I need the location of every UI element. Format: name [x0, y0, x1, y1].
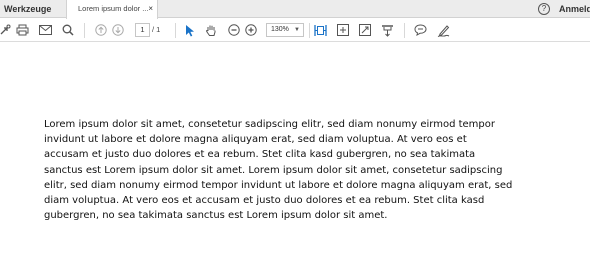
document-viewport: Lorem ipsum dolor sit amet, consetetur s…	[0, 43, 590, 278]
close-icon[interactable]: ×	[148, 0, 153, 18]
comment-icon[interactable]	[413, 23, 427, 37]
tab-bar: Werkzeuge Lorem ipsum dolor ... × ? Anme…	[0, 0, 590, 19]
tab-document[interactable]: Lorem ipsum dolor ... ×	[66, 0, 158, 19]
chevron-down-icon: ▼	[294, 27, 300, 33]
zoom-select[interactable]: 130% ▼	[266, 23, 304, 37]
fullscreen-icon[interactable]	[358, 23, 372, 37]
print-icon[interactable]	[15, 23, 29, 37]
page-up-icon[interactable]	[94, 23, 108, 37]
tab-document-label: Lorem ipsum dolor ...	[78, 4, 149, 13]
page-down-icon[interactable]	[111, 23, 125, 37]
sign-icon[interactable]	[436, 23, 450, 37]
toolbar-separator	[309, 23, 310, 38]
document-paragraph: Lorem ipsum dolor sit amet, consetetur s…	[44, 119, 513, 222]
scroll-mode-icon[interactable]	[380, 23, 394, 37]
page-number-input[interactable]: 1	[135, 23, 150, 37]
toolbar: 1 / 1 130% ▼	[0, 19, 590, 42]
toolbar-separator	[175, 23, 176, 38]
toolbar-separator	[404, 23, 405, 38]
zoom-in-icon[interactable]	[244, 23, 258, 37]
select-cursor-icon[interactable]	[183, 23, 197, 37]
page-total: / 1	[152, 25, 161, 34]
toolbar-separator	[84, 23, 85, 38]
email-icon[interactable]	[38, 23, 52, 37]
fit-page-icon[interactable]	[336, 23, 350, 37]
zoom-value: 130%	[271, 26, 289, 33]
help-icon[interactable]: ?	[538, 3, 550, 15]
search-icon[interactable]	[61, 23, 75, 37]
hand-tool-icon[interactable]	[204, 23, 218, 37]
tab-tools[interactable]: Werkzeuge	[0, 0, 64, 18]
fit-width-icon[interactable]	[313, 23, 327, 37]
share-icon[interactable]	[0, 23, 12, 37]
zoom-out-icon[interactable]	[227, 23, 241, 37]
signin-link[interactable]: Anmelden	[559, 0, 590, 18]
